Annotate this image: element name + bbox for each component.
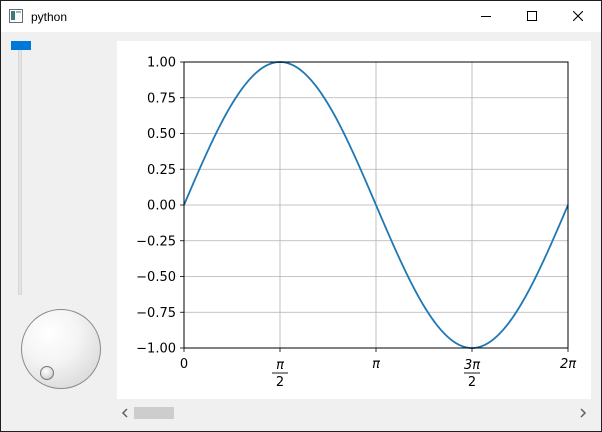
y-tick-label-1: 0.75 — [147, 91, 176, 106]
close-icon — [573, 11, 583, 21]
horizontal-scrollbar[interactable] — [117, 403, 591, 423]
slider-handle[interactable] — [11, 41, 31, 50]
maximize-icon — [527, 11, 537, 21]
app-window: python 1.00 0.75 0.50 0.25 0.00 −0.25 −0.50 −0.… — [0, 0, 602, 432]
minimize-icon — [481, 16, 491, 17]
y-tick-label-5: −0.25 — [136, 234, 176, 249]
app-icon — [9, 9, 23, 23]
y-tick-label-6: −0.50 — [136, 270, 176, 285]
y-tick-label-4: 0.00 — [147, 199, 176, 214]
sine-chart: 1.00 0.75 0.50 0.25 0.00 −0.25 −0.50 −0.75 −1.00… — [136, 56, 576, 391]
y-tick-label-8: −1.00 — [136, 342, 176, 357]
x-tick-label-4: 2π — [560, 357, 576, 372]
x-tick-label-2: π — [372, 357, 380, 372]
x-tick-label-0: 0 — [180, 357, 188, 372]
scroll-left-arrow-icon[interactable] — [119, 406, 131, 420]
x-tick-label-num-3: 3π — [464, 358, 480, 373]
slider-groove[interactable] — [18, 43, 22, 295]
y-tick-label-0: 1.00 — [147, 56, 176, 71]
close-button[interactable] — [555, 1, 601, 32]
x-tick-label-num-1: π — [276, 358, 284, 373]
y-tick-label-2: 0.50 — [147, 127, 176, 142]
scrollbar-thumb[interactable] — [134, 407, 174, 419]
y-tick-label-7: −0.75 — [136, 306, 176, 321]
vertical-slider[interactable] — [9, 39, 33, 297]
y-tick-label-3: 0.25 — [147, 163, 176, 178]
x-tick-label-den-3: 2 — [468, 375, 476, 390]
window-title: python — [31, 10, 68, 24]
minimize-button[interactable] — [463, 1, 509, 32]
scroll-right-arrow-icon[interactable] — [577, 406, 589, 420]
dial-indicator[interactable] — [40, 366, 54, 380]
title-bar[interactable]: python — [1, 1, 601, 32]
maximize-button[interactable] — [509, 1, 555, 32]
rotary-dial[interactable] — [21, 309, 101, 389]
x-tick-label-den-1: 2 — [276, 375, 284, 390]
plot-canvas: 1.00 0.75 0.50 0.25 0.00 −0.25 −0.50 −0.75 −1.00… — [117, 41, 591, 399]
